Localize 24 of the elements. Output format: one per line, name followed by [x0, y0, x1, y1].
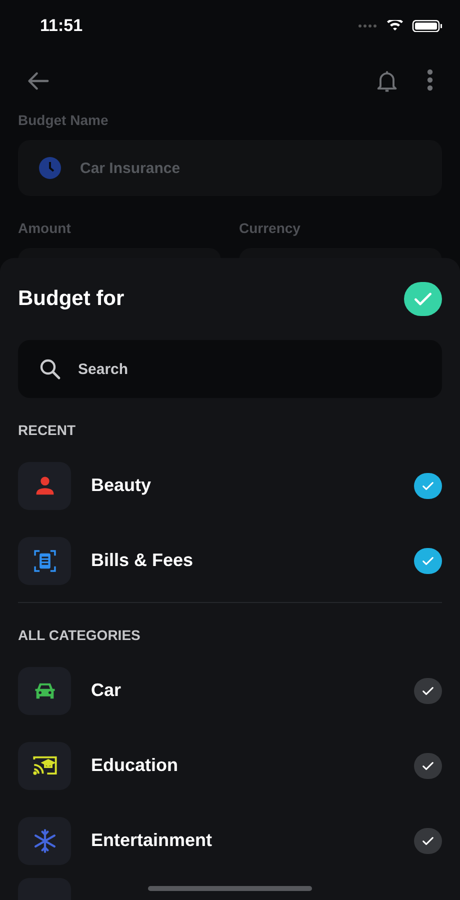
- select-button[interactable]: [414, 828, 442, 854]
- search-field[interactable]: Search: [18, 340, 442, 398]
- field-label: Amount: [18, 220, 72, 236]
- confirm-button[interactable]: [404, 282, 442, 316]
- battery-icon: [412, 20, 442, 32]
- section-heading: ALL CATEGORIES: [18, 626, 142, 645]
- sheet-title: Budget for: [18, 287, 124, 311]
- status-time: 11:51: [40, 16, 83, 36]
- more-icon: [426, 68, 434, 92]
- select-button[interactable]: [414, 678, 442, 704]
- category-name[interactable]: Beauty: [91, 475, 394, 496]
- category-name[interactable]: Bills & Fees: [91, 550, 394, 571]
- category-name[interactable]: Entertainment: [91, 830, 394, 851]
- category-name[interactable]: Education: [91, 755, 394, 776]
- field-label: Budget Name: [18, 112, 110, 128]
- category-name[interactable]: Car: [91, 680, 394, 701]
- section-heading: RECENT: [18, 421, 77, 440]
- wifi-icon: [386, 20, 404, 32]
- clock-icon: [38, 156, 62, 180]
- select-button[interactable]: [414, 472, 442, 498]
- select-button[interactable]: [414, 752, 442, 778]
- field-label: Currency: [239, 220, 302, 236]
- search-icon: [38, 357, 62, 381]
- select-button[interactable]: [414, 548, 442, 574]
